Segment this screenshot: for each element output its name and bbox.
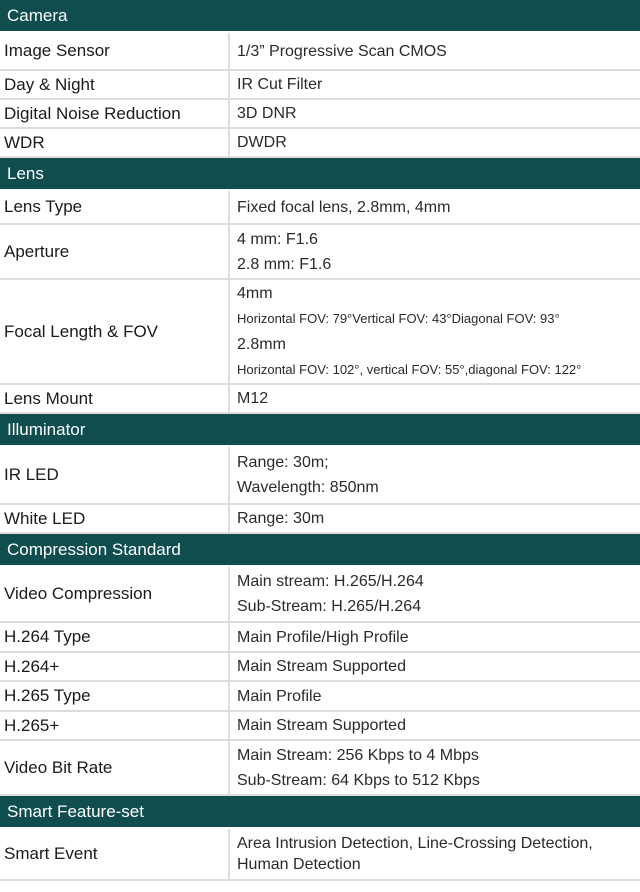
spec-label: Aperture bbox=[0, 224, 230, 280]
spec-value: 4 mm: F1.6 2.8 mm: F1.6 bbox=[229, 224, 640, 280]
spec-label: Day & Night bbox=[0, 70, 230, 100]
spec-value-line: Main stream: H.265/H.264 bbox=[237, 573, 424, 590]
spec-row-digital-noise-reduction: Digital Noise Reduction 3D DNR bbox=[0, 99, 640, 129]
spec-value: Main stream: H.265/H.264 Sub-Stream: H.2… bbox=[229, 566, 640, 623]
spec-value-line: Main Stream Supported bbox=[237, 658, 406, 675]
spec-value-line: Range: 30m; bbox=[237, 454, 329, 471]
section-header-lens: Lens bbox=[0, 157, 640, 191]
spec-value-line: Horizontal FOV: 79°Vertical FOV: 43°Diag… bbox=[237, 310, 560, 326]
spec-value-line: M12 bbox=[237, 390, 269, 407]
spec-row-white-led: White LED Range: 30m bbox=[0, 504, 640, 534]
spec-value: Area Intrusion Detection, Line-Crossing … bbox=[229, 828, 640, 881]
spec-label: Lens Type bbox=[0, 190, 230, 225]
spec-row-aperture: Aperture 4 mm: F1.6 2.8 mm: F1.6 bbox=[0, 224, 640, 280]
spec-value-line: Main Profile/High Profile bbox=[237, 628, 409, 646]
section-title: Lens bbox=[0, 157, 640, 191]
spec-row-video-bit-rate: Video Bit Rate Main Stream: 256 Kbps to … bbox=[0, 740, 640, 796]
spec-label: H.265 Type bbox=[0, 681, 230, 712]
spec-row-focal-length-fov: Focal Length & FOV 4mm Horizontal FOV: 7… bbox=[0, 279, 640, 385]
spec-label: Smart Event bbox=[0, 828, 230, 881]
spec-value-line: Main Profile bbox=[237, 687, 322, 705]
spec-value-line: 3D DNR bbox=[237, 105, 297, 122]
section-title: Camera bbox=[0, 0, 640, 33]
spec-label: Digital Noise Reduction bbox=[0, 99, 230, 129]
spec-row-lens-type: Lens Type Fixed focal lens, 2.8mm, 4mm bbox=[0, 190, 640, 225]
spec-value: M12 bbox=[229, 384, 640, 414]
spec-label: Focal Length & FOV bbox=[0, 279, 230, 385]
spec-value-line: Area Intrusion Detection, Line-Crossing … bbox=[237, 835, 593, 873]
spec-label: IR LED bbox=[0, 446, 230, 505]
spec-label: WDR bbox=[0, 128, 230, 158]
spec-value-line: Wavelength: 850nm bbox=[237, 479, 379, 496]
spec-value: 1/3” Progressive Scan CMOS bbox=[229, 32, 640, 71]
spec-value-line: Sub-Stream: 64 Kbps to 512 Kbps bbox=[237, 771, 480, 789]
spec-row-lens-mount: Lens Mount M12 bbox=[0, 384, 640, 414]
spec-label: Lens Mount bbox=[0, 384, 230, 414]
section-header-smart-feature-set: Smart Feature-set bbox=[0, 795, 640, 829]
section-title: Compression Standard bbox=[0, 533, 640, 567]
spec-value: 3D DNR bbox=[229, 99, 640, 129]
spec-value-line: 1/3” Progressive Scan CMOS bbox=[237, 42, 447, 60]
spec-label: Video Compression bbox=[0, 566, 230, 623]
section-header-illuminator: Illuminator bbox=[0, 413, 640, 447]
spec-row-h264-type: H.264 Type Main Profile/High Profile bbox=[0, 622, 640, 653]
spec-label: H.264 Type bbox=[0, 622, 230, 653]
spec-row-smart-event: Smart Event Area Intrusion Detection, Li… bbox=[0, 828, 640, 881]
spec-table: Camera Image Sensor 1/3” Progressive Sca… bbox=[0, 0, 640, 881]
spec-value: Main Stream: 256 Kbps to 4 Mbps Sub-Stre… bbox=[229, 740, 640, 796]
spec-value: Main Profile/High Profile bbox=[229, 622, 640, 653]
spec-value-line: 4mm bbox=[237, 284, 273, 302]
spec-value: Main Stream Supported bbox=[229, 711, 640, 741]
spec-row-h265-type: H.265 Type Main Profile bbox=[0, 681, 640, 712]
spec-value-line: Sub-Stream: H.265/H.264 bbox=[237, 598, 422, 615]
spec-row-video-compression: Video Compression Main stream: H.265/H.2… bbox=[0, 566, 640, 623]
spec-value-line: Range: 30m bbox=[237, 510, 325, 527]
spec-value-line: 2.8mm bbox=[237, 335, 286, 353]
spec-row-h264-plus: H.264+ Main Stream Supported bbox=[0, 652, 640, 682]
spec-value-line: 2.8 mm: F1.6 bbox=[237, 255, 332, 273]
spec-label: H.264+ bbox=[0, 652, 230, 682]
spec-value: Range: 30m; Wavelength: 850nm bbox=[229, 446, 640, 505]
spec-label: H.265+ bbox=[0, 711, 230, 741]
spec-row-ir-led: IR LED Range: 30m; Wavelength: 850nm bbox=[0, 446, 640, 505]
spec-value: DWDR bbox=[229, 128, 640, 158]
spec-value: Range: 30m bbox=[229, 504, 640, 534]
spec-value: IR Cut Filter bbox=[229, 70, 640, 100]
section-header-camera: Camera bbox=[0, 0, 640, 33]
spec-label: Image Sensor bbox=[0, 32, 230, 71]
spec-label: Video Bit Rate bbox=[0, 740, 230, 796]
spec-row-image-sensor: Image Sensor 1/3” Progressive Scan CMOS bbox=[0, 32, 640, 71]
spec-value-line: Main Stream Supported bbox=[237, 717, 406, 734]
spec-row-wdr: WDR DWDR bbox=[0, 128, 640, 158]
section-title: Smart Feature-set bbox=[0, 795, 640, 829]
spec-value-line: DWDR bbox=[237, 134, 287, 151]
spec-value: Main Profile bbox=[229, 681, 640, 712]
spec-value-line: Fixed focal lens, 2.8mm, 4mm bbox=[237, 198, 451, 216]
spec-value-line: Main Stream: 256 Kbps to 4 Mbps bbox=[237, 746, 479, 764]
spec-row-day-night: Day & Night IR Cut Filter bbox=[0, 70, 640, 100]
spec-value: Fixed focal lens, 2.8mm, 4mm bbox=[229, 190, 640, 225]
spec-value-line: Horizontal FOV: 102°, vertical FOV: 55°,… bbox=[237, 361, 582, 377]
spec-value: Main Stream Supported bbox=[229, 652, 640, 682]
spec-value-line: 4 mm: F1.6 bbox=[237, 230, 318, 248]
spec-value-line: IR Cut Filter bbox=[237, 76, 323, 93]
spec-row-h265-plus: H.265+ Main Stream Supported bbox=[0, 711, 640, 741]
spec-value: 4mm Horizontal FOV: 79°Vertical FOV: 43°… bbox=[229, 279, 640, 385]
section-header-compression-standard: Compression Standard bbox=[0, 533, 640, 567]
section-title: Illuminator bbox=[0, 413, 640, 447]
spec-label: White LED bbox=[0, 504, 230, 534]
